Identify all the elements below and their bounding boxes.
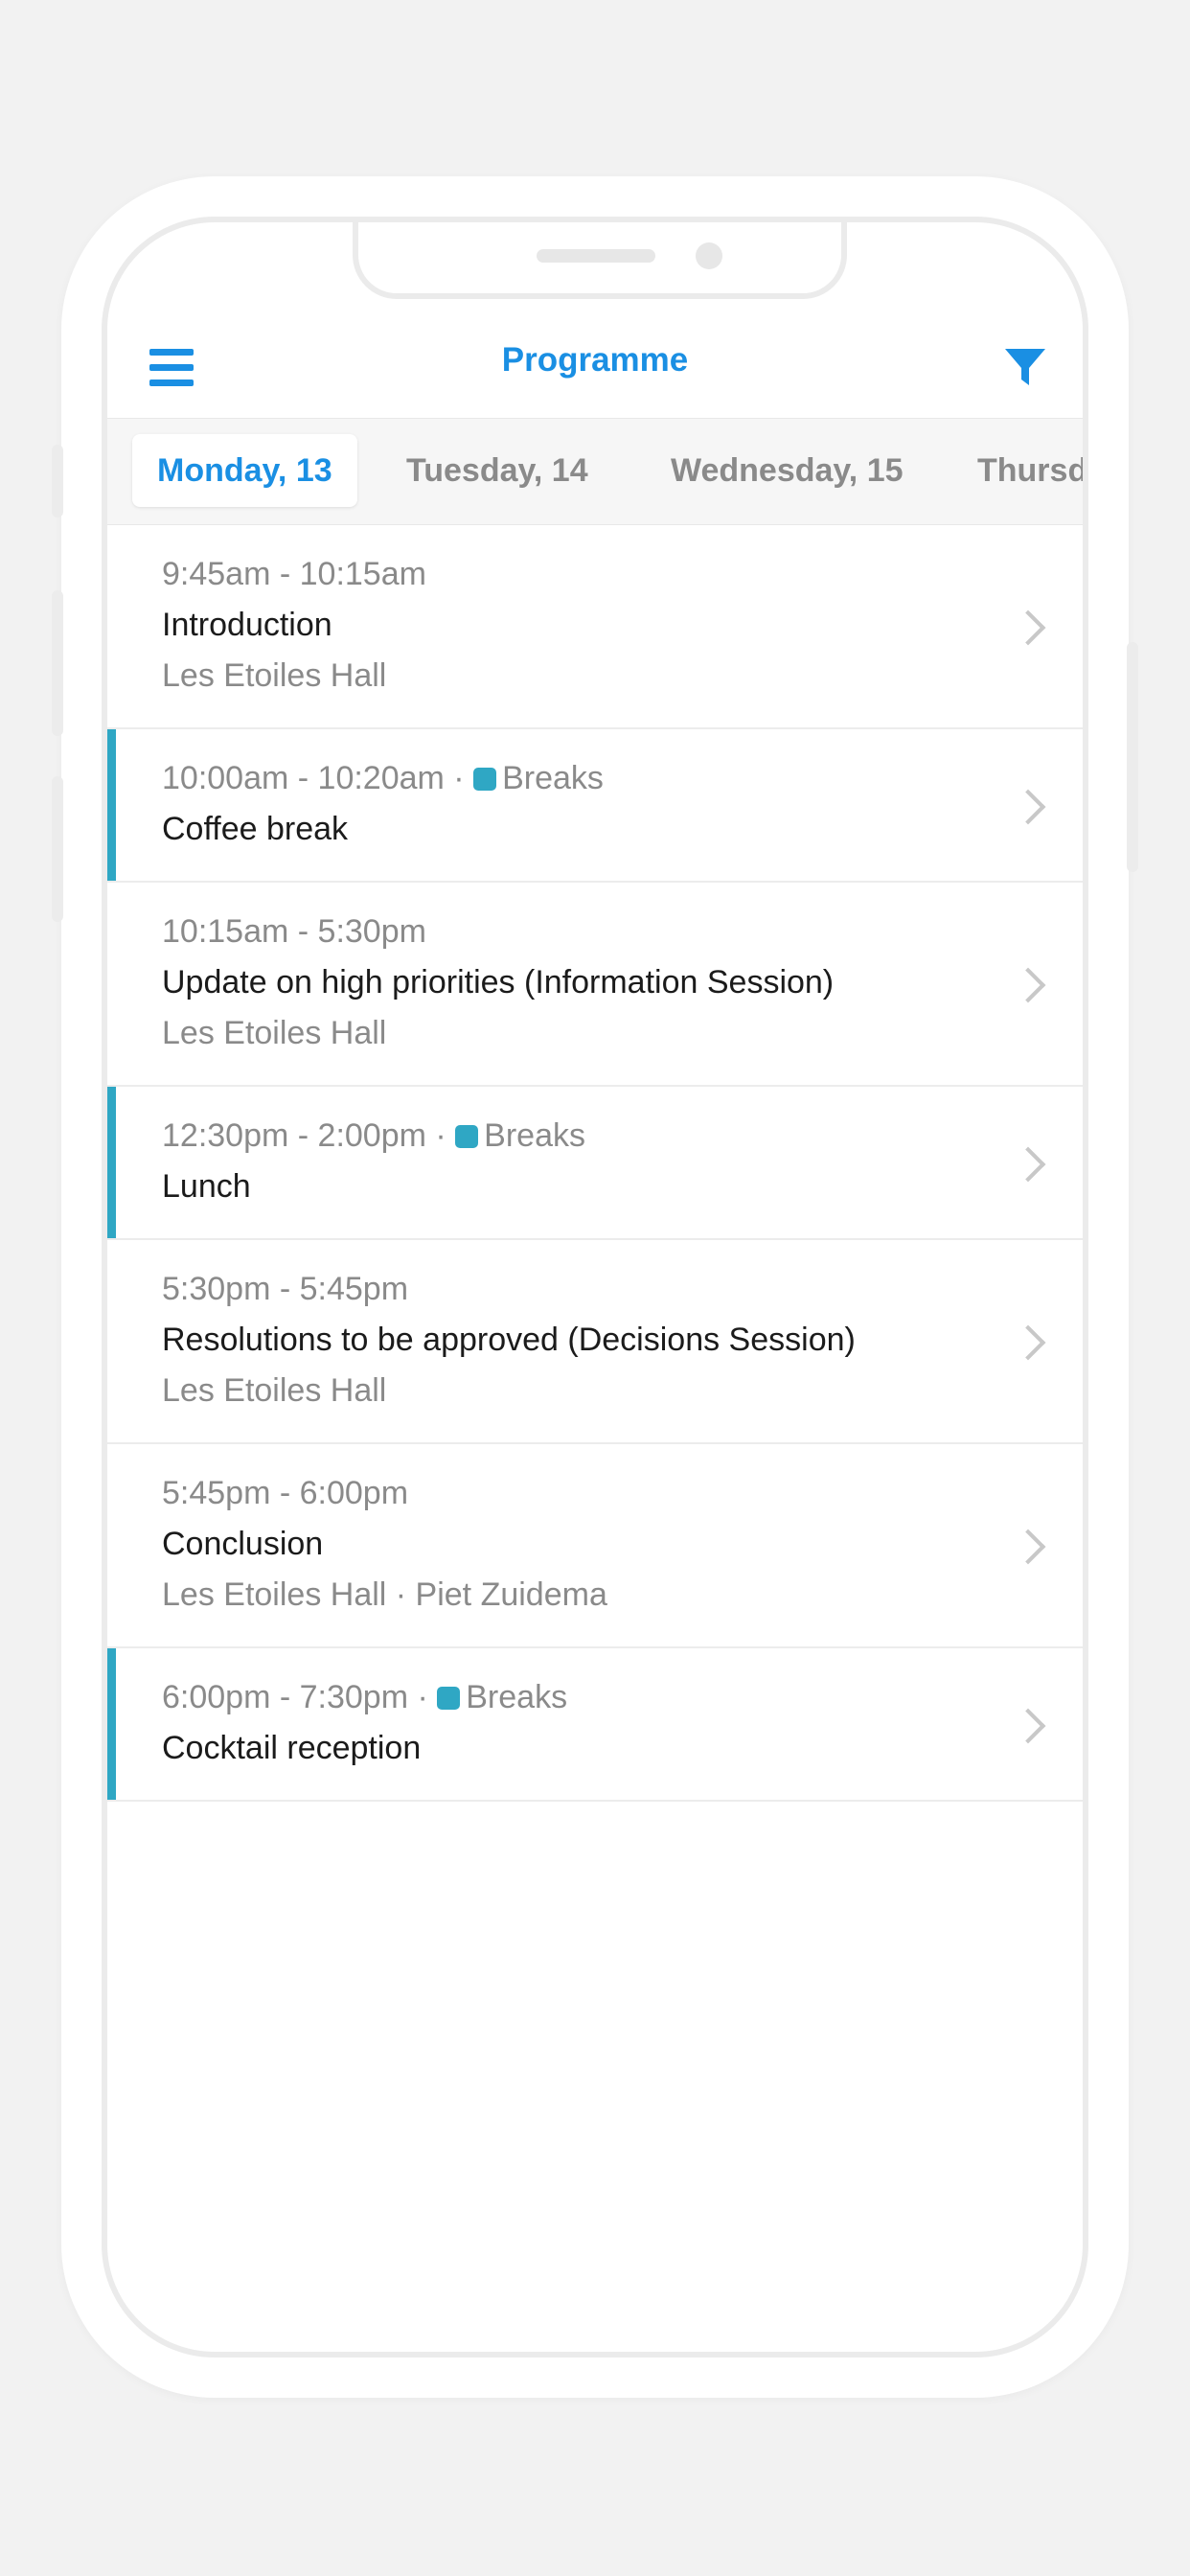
session-tag: Breaks: [466, 1679, 568, 1715]
session-time: 5:45pm - 6:00pm: [162, 1475, 409, 1511]
session-title: Update on high priorities (Information S…: [162, 964, 835, 1000]
session-row[interactable]: 10:15am - 5:30pm Update on high prioriti…: [107, 883, 1083, 1087]
tab-thursday[interactable]: Thursd: [952, 434, 1083, 507]
page-title: Programme: [501, 341, 689, 379]
session-tag: Breaks: [484, 1117, 585, 1154]
chevron-right-icon: [1010, 1708, 1046, 1744]
session-title: Lunch: [162, 1168, 251, 1205]
tab-tuesday-14[interactable]: Tuesday, 14: [381, 434, 613, 507]
session-row[interactable]: 5:45pm - 6:00pm Conclusion Les Etoiles H…: [107, 1444, 1083, 1648]
chevron-right-icon: [1010, 1324, 1046, 1361]
filter-funnel-icon[interactable]: [1002, 345, 1048, 391]
front-camera: [696, 242, 722, 269]
side-button-power: [1127, 642, 1138, 872]
session-time: 12:30pm - 2:00pm ·: [162, 1117, 446, 1154]
session-row-break[interactable]: 10:00am - 10:20am · Breaks Coffee break: [107, 729, 1083, 883]
category-accent-bar: [107, 1648, 116, 1800]
session-location-speaker: Les Etoiles Hall · Piet Zuidema: [162, 1576, 607, 1613]
session-time-line: 10:00am - 10:20am · Breaks: [162, 760, 604, 797]
session-location: Les Etoiles Hall: [162, 1015, 387, 1051]
tab-wednesday-15[interactable]: Wednesday, 15: [646, 434, 928, 507]
session-list: 9:45am - 10:15am Introduction Les Etoile…: [107, 525, 1083, 1802]
breaks-tag-icon: [437, 1687, 461, 1710]
session-title: Cocktail reception: [162, 1730, 422, 1766]
side-button-mute: [52, 445, 63, 518]
session-title: Resolutions to be approved (Decisions Se…: [162, 1322, 856, 1358]
category-accent-bar: [107, 1087, 116, 1238]
notch: [353, 222, 847, 299]
navigation-header: Programme: [107, 318, 1083, 412]
breaks-tag-icon: [455, 1125, 479, 1148]
session-time: 10:00am - 10:20am ·: [162, 760, 465, 796]
tab-monday-13[interactable]: Monday, 13: [132, 434, 357, 507]
speaker: [537, 249, 655, 263]
chevron-right-icon: [1010, 1529, 1046, 1565]
chevron-right-icon: [1010, 789, 1046, 825]
session-time: 10:15am - 5:30pm: [162, 913, 426, 950]
category-accent-bar: [107, 729, 116, 881]
session-time: 5:30pm - 5:45pm: [162, 1271, 409, 1307]
session-title: Conclusion: [162, 1526, 324, 1562]
session-title: Introduction: [162, 607, 332, 643]
side-button-volume-down: [52, 776, 63, 922]
session-tag: Breaks: [502, 760, 604, 796]
session-location: Les Etoiles Hall: [162, 1372, 387, 1409]
session-row[interactable]: 5:30pm - 5:45pm Resolutions to be approv…: [107, 1240, 1083, 1444]
session-time-line: 12:30pm - 2:00pm · Breaks: [162, 1117, 585, 1155]
session-time-line: 6:00pm - 7:30pm · Breaks: [162, 1679, 567, 1716]
app-screen: Programme Monday, 13 Tuesday, 14 Wednesd…: [102, 217, 1088, 2358]
session-location: Les Etoiles Hall: [162, 657, 387, 694]
chevron-right-icon: [1010, 610, 1046, 646]
session-title: Coffee break: [162, 811, 349, 847]
session-row-break[interactable]: 6:00pm - 7:30pm · Breaks Cocktail recept…: [107, 1648, 1083, 1802]
day-tabs: Monday, 13 Tuesday, 14 Wednesday, 15 Thu…: [107, 418, 1083, 525]
session-time: 6:00pm - 7:30pm ·: [162, 1679, 428, 1715]
breaks-tag-icon: [473, 768, 497, 791]
chevron-right-icon: [1010, 967, 1046, 1003]
side-button-volume-up: [52, 590, 63, 736]
chevron-right-icon: [1010, 1146, 1046, 1183]
session-row[interactable]: 9:45am - 10:15am Introduction Les Etoile…: [107, 525, 1083, 729]
session-time: 9:45am - 10:15am: [162, 556, 426, 592]
session-row-break[interactable]: 12:30pm - 2:00pm · Breaks Lunch: [107, 1087, 1083, 1240]
